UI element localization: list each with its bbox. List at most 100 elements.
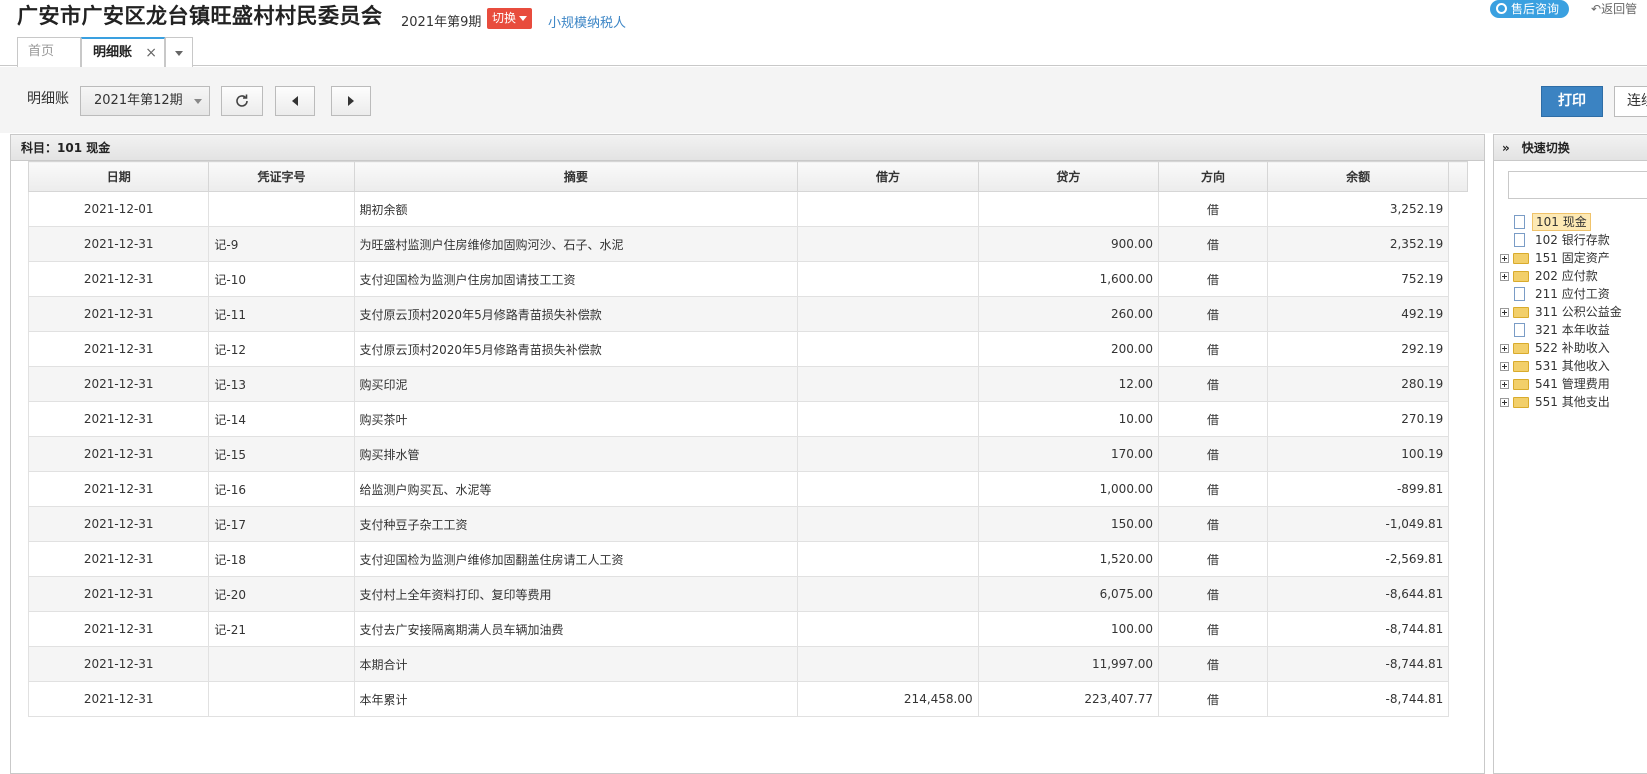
tree-item[interactable]: 321 本年收益 [1500,321,1647,339]
tree-item[interactable]: 102 银行存款 [1500,231,1647,249]
expand-plus-icon[interactable] [1500,272,1509,281]
cell-debit [797,471,979,507]
cell-voucher [208,646,355,682]
cell-gutter [1448,611,1468,647]
col-balance[interactable]: 余额 [1266,161,1450,192]
table-row[interactable]: 2021-12-31 记-21 支付去广安接隔离期满人员车辆加油费 100.00 借 -8… [27,611,1468,647]
document-icon [1514,323,1525,337]
cell-debit [797,261,979,297]
tree-item[interactable]: 101 现金 [1500,213,1647,231]
expand-plus-icon[interactable] [1500,362,1509,371]
refresh-icon [236,94,248,107]
folder-icon [1513,343,1529,354]
cell-date: 2021-12-31 [27,366,210,402]
table-row[interactable]: 2021-12-31 记-13 购买印泥 12.00 借 280.19 [27,366,1468,402]
undo-icon: ↶ [1591,2,1602,16]
cell-summary: 支付迎国检为监测户维修加固翻盖住房请工人工资 [353,541,799,577]
previous-period-button[interactable] [275,86,315,116]
cell-direction: 借 [1158,576,1268,612]
col-direction[interactable]: 方向 [1158,161,1268,192]
cell-direction: 借 [1158,611,1268,647]
col-summary[interactable]: 摘要 [353,161,799,192]
tree-item[interactable]: 551 其他支出 [1500,393,1647,411]
cell-direction: 借 [1158,296,1268,332]
cell-balance: 492.19 [1266,296,1450,332]
tree-item[interactable]: 202 应付款 [1500,267,1647,285]
cell-balance: 752.19 [1266,261,1450,297]
cell-direction: 借 [1158,261,1268,297]
cell-summary: 支付去广安接隔离期满人员车辆加油费 [353,611,799,647]
cell-credit: 170.00 [977,436,1160,472]
tab-ledger-detail[interactable]: 明细账 × [81,37,165,67]
table-row[interactable]: 2021-12-31 记-11 支付原云顶村2020年5月修路青苗损失补偿款 260.… [27,296,1468,332]
cell-balance: -2,569.81 [1266,541,1450,577]
table-row[interactable]: 2021-12-31 记-10 支付迎国检为监测户住房加固请技工工资 1,600.00… [27,261,1468,297]
table-row[interactable]: 2021-12-31 记-18 支付迎国检为监测户维修加固翻盖住房请工人工资 1,52… [27,541,1468,577]
col-voucher[interactable]: 凭证字号 [208,161,355,192]
tree-item[interactable]: 211 应付工资 [1500,285,1647,303]
taxpayer-type-link[interactable]: 小规模纳税人 [548,12,626,31]
table-row[interactable]: 2021-12-31 记-15 购买排水管 170.00 借 100.19 [27,436,1468,472]
table-row[interactable]: 2021-12-31 记-9 为旺盛村监测户住房维修加固购河沙、石子、水泥 900.0… [27,226,1468,262]
tree-item-label: 202 应付款 [1535,269,1598,283]
table-row[interactable]: 2021-12-31 本期合计 11,997.00 借 -8,744.81 [27,646,1468,682]
cell-direction: 借 [1158,331,1268,367]
cell-direction: 借 [1158,681,1268,717]
cell-date: 2021-12-31 [27,681,210,717]
cell-date: 2021-12-31 [27,471,210,507]
tree-item[interactable]: 151 固定资产 [1500,249,1647,267]
back-link[interactable]: ↶返回管 [1591,0,1637,17]
account-search-input[interactable] [1508,171,1647,199]
table-row[interactable]: 2021-12-31 记-16 给监测户购买瓦、水泥等 1,000.00 借 -899.8… [27,471,1468,507]
tab-home[interactable]: 首页 [17,37,81,67]
collapse-panel-icon[interactable]: » [1502,135,1510,161]
table-row[interactable]: 2021-12-31 本年累计 214,458.00 223,407.77 借 -8,74… [27,681,1468,717]
tree-item[interactable]: 541 管理费用 [1500,375,1647,393]
triangle-left-icon [292,96,298,106]
tree-item[interactable]: 522 补助收入 [1500,339,1647,357]
col-date[interactable]: 日期 [27,161,210,192]
expand-plus-icon[interactable] [1500,254,1509,263]
next-period-button[interactable] [331,86,371,116]
period-select-value: 2021年第12期 [94,93,183,108]
tree-item[interactable]: 311 公积公益金 [1500,303,1647,321]
print-button[interactable]: 打印 [1541,86,1603,117]
table-row[interactable]: 2021-12-31 记-20 支付村上全年资料打印、复印等费用 6,075.00 借 -… [27,576,1468,612]
cell-voucher: 记-12 [208,331,355,367]
col-credit[interactable]: 贷方 [977,161,1160,192]
table-row[interactable]: 2021-12-31 记-17 支付种豆子杂工工资 150.00 借 -1,049.81 [27,506,1468,542]
document-icon [1514,215,1525,229]
cell-debit [797,331,979,367]
expand-plus-icon[interactable] [1500,308,1509,317]
cell-voucher: 记-21 [208,611,355,647]
cell-voucher: 记-11 [208,296,355,332]
continuous-print-button[interactable]: 连续 [1614,86,1647,117]
cell-balance: 3,252.19 [1266,191,1450,227]
chevron-down-icon [175,51,183,56]
cell-date: 2021-12-31 [27,331,210,367]
after-sales-consult-button[interactable]: 售后咨询 [1490,0,1570,18]
col-debit[interactable]: 借方 [797,161,979,192]
period-select[interactable]: 2021年第12期 [80,86,210,116]
expand-plus-icon[interactable] [1500,344,1509,353]
table-row[interactable]: 2021-12-31 记-14 购买茶叶 10.00 借 270.19 [27,401,1468,437]
table-row[interactable]: 2021-12-31 记-12 支付原云顶村2020年5月修路青苗损失补偿款 200.… [27,331,1468,367]
expand-plus-icon[interactable] [1500,380,1509,389]
close-icon[interactable]: × [145,39,157,67]
cell-summary: 购买茶叶 [353,401,799,437]
refresh-button[interactable] [221,86,263,116]
switch-period-button[interactable]: 切换 [487,8,533,29]
cell-gutter [1448,646,1468,682]
tree-item-label: 531 其他收入 [1535,359,1610,373]
tree-item[interactable]: 531 其他收入 [1500,357,1647,375]
cell-voucher: 记-15 [208,436,355,472]
cell-summary: 支付原云顶村2020年5月修路青苗损失补偿款 [353,296,799,332]
expand-plus-icon[interactable] [1500,398,1509,407]
tab-more-dropdown[interactable] [165,37,193,67]
cell-date: 2021-12-31 [27,506,210,542]
chevron-down-icon [194,99,202,104]
table-row[interactable]: 2021-12-01 期初余额 借 3,252.19 [27,191,1468,227]
cell-balance: 280.19 [1266,366,1450,402]
cell-direction: 借 [1158,226,1268,262]
cell-date: 2021-12-31 [27,296,210,332]
